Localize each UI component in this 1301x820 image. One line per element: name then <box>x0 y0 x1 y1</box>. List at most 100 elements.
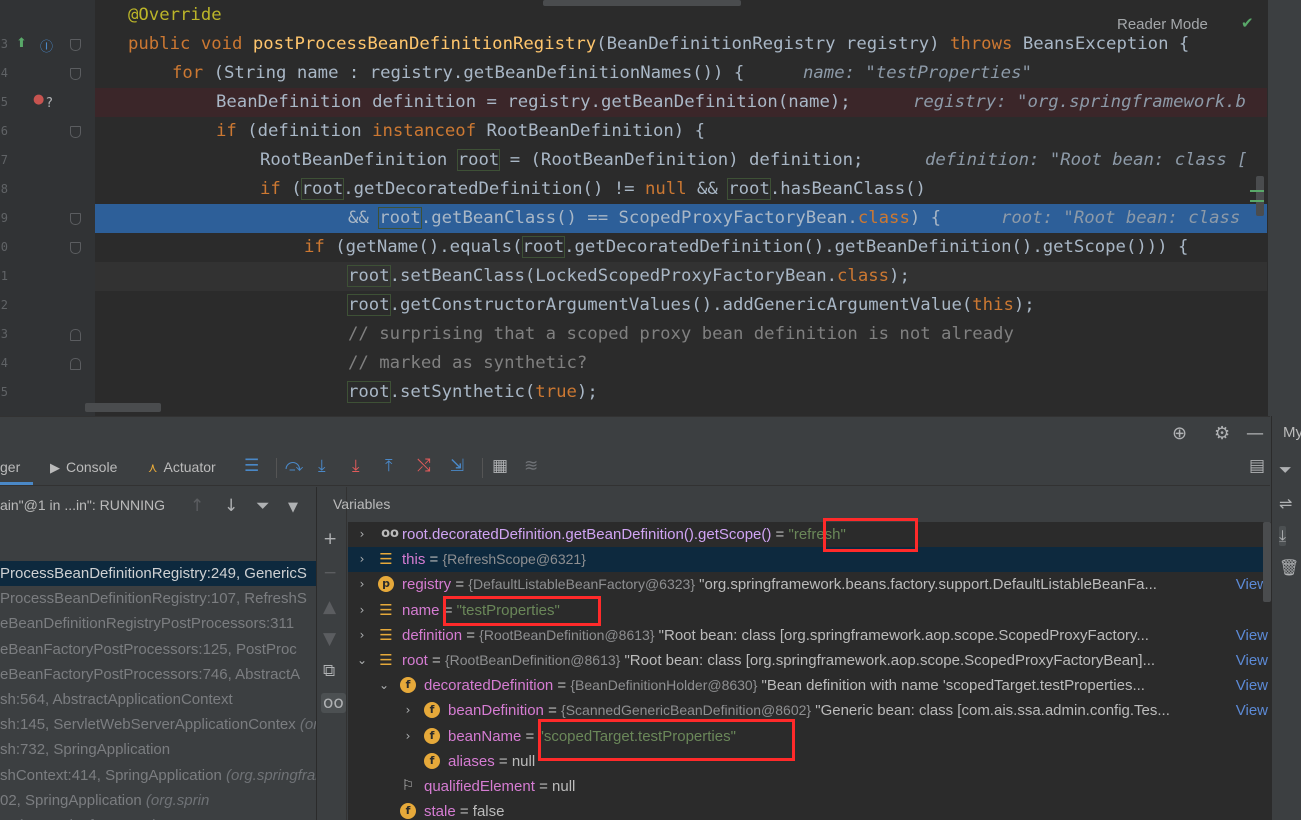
variables-tree[interactable]: › oo root.decoratedDefinition.getBeanDefin… <box>348 522 1274 820</box>
code-line[interactable]: BeanDefinition definition = registry.get… <box>95 88 1267 117</box>
line-number[interactable]: 0 <box>0 240 8 254</box>
chevron-right-icon[interactable]: › <box>356 547 368 572</box>
crosshair-icon[interactable]: ⊕ <box>1172 423 1187 444</box>
minimize-icon[interactable]: — <box>1246 423 1264 444</box>
stack-frame[interactable]: eBeanFactoryPostProcessors:746, Abstract… <box>0 662 316 687</box>
breakpoint-icon[interactable]: ● <box>33 92 44 107</box>
code-line[interactable]: if (root.getDecoratedDefinition() != nul… <box>95 175 1267 204</box>
variable-row[interactable]: › f beanDefinition = {ScannedGenericBeanDe… <box>348 698 1274 724</box>
fold-marker-icon[interactable] <box>70 126 81 138</box>
line-number[interactable]: 1 <box>0 269 8 283</box>
view-link[interactable]: View <box>1233 698 1268 724</box>
vertical-scrollbar[interactable] <box>1256 176 1264 216</box>
stack-frame[interactable]: ProcessBeanDefinitionRegistry:249, Gener… <box>0 561 316 586</box>
line-number[interactable]: 6 <box>0 124 8 138</box>
chevron-right-icon[interactable]: › <box>356 598 368 623</box>
drop-frame-icon[interactable]: ⤭ <box>417 456 431 476</box>
code-line[interactable]: root.setBeanClass(LockedScopedProxyFacto… <box>95 262 1267 291</box>
code-line[interactable]: public void postProcessBeanDefinitionReg… <box>95 30 1267 59</box>
code-line[interactable]: root.setSynthetic(true); <box>95 378 1267 407</box>
stack-frame[interactable]: sh:145, ServletWebServerApplicationConte… <box>0 712 316 737</box>
fold-marker-icon[interactable] <box>70 329 81 341</box>
tab-debugger[interactable]: ger <box>0 459 20 475</box>
code-line[interactable]: // surprising that a scoped proxy bean d… <box>95 320 1267 349</box>
line-number[interactable]: 5 <box>0 95 8 109</box>
line-number[interactable]: 3 <box>0 37 8 51</box>
wrap-icon[interactable]: ⇌ <box>1279 494 1292 513</box>
variable-row[interactable]: › f beanName = "scopedTarget.testPropertie… <box>348 724 1274 749</box>
move-down-icon[interactable]: ▼ <box>323 629 336 649</box>
code-line[interactable]: && root.getBeanClass() == ScopedProxyFac… <box>95 204 1267 233</box>
view-link[interactable]: View <box>1233 622 1268 648</box>
variable-row[interactable]: › p registry = {DefaultListableBeanFactory… <box>348 572 1274 598</box>
inspection-ok-icon[interactable]: ✔ <box>1241 14 1254 32</box>
implementation-up-icon[interactable]: ⬆ <box>16 36 27 51</box>
line-number[interactable]: 4 <box>0 66 8 80</box>
stack-frame[interactable]: eBeanFactoryPostProcessors:125, PostProc <box>0 637 316 662</box>
step-over-icon[interactable]: ⤼ <box>285 456 303 476</box>
stack-frame[interactable]: ProcessBeanDefinitionRegistry:107, Refre… <box>0 586 316 611</box>
layout-icon[interactable]: ▤ <box>1249 456 1265 476</box>
horizontal-scrollbar[interactable] <box>85 403 161 412</box>
run-to-cursor-icon[interactable]: ⇲ <box>450 456 464 476</box>
scroll-to-end-icon[interactable]: ⤓ <box>1279 526 1287 546</box>
variable-row[interactable]: › oo root.decoratedDefinition.getBeanDefin… <box>348 522 1274 547</box>
step-out-icon[interactable]: ⤒ <box>385 456 393 476</box>
copy-icon[interactable]: ⧉ <box>323 661 335 681</box>
code-line[interactable]: // marked as synthetic? <box>95 349 1267 378</box>
stack-frame[interactable]: shContext:414, SpringApplication (org.sp… <box>0 763 316 788</box>
add-watch-icon[interactable]: + <box>323 529 337 549</box>
chevron-right-icon[interactable]: › <box>356 623 368 648</box>
editor-gutter[interactable]: 3 4 5 6 7 8 9 0 1 2 3 4 5 ⬆ Ⓘ ●? <box>0 0 95 416</box>
chevron-right-icon[interactable]: › <box>356 522 368 547</box>
stack-frame[interactable]: sh:564, AbstractApplicationContext <box>0 687 316 712</box>
thread-selector[interactable]: ain"@1 in ...in": RUNNING <box>0 497 165 523</box>
code-line[interactable]: if (definition instanceof RootBeanDefini… <box>95 117 1267 146</box>
code-line[interactable]: if (getName().equals(root.getDecoratedDe… <box>95 233 1267 262</box>
variable-row[interactable]: f aliases = null <box>348 749 1274 774</box>
line-number[interactable]: 2 <box>0 298 8 312</box>
code-line[interactable]: for (String name : registry.getBeanDefin… <box>95 59 1267 88</box>
arrow-down-icon[interactable]: ↓ <box>224 496 238 516</box>
stack-frame[interactable]: sh:732, SpringApplication <box>0 737 316 762</box>
line-number[interactable]: 8 <box>0 182 8 196</box>
code-editor[interactable]: 3 4 5 6 7 8 9 0 1 2 3 4 5 ⬆ Ⓘ ●? @Override public void p… <box>0 0 1301 416</box>
line-number[interactable]: 5 <box>0 385 8 399</box>
code-line[interactable]: @Override <box>95 1 1267 30</box>
breakpoint-question-icon[interactable]: ? <box>46 96 53 111</box>
line-number[interactable]: 9 <box>0 211 8 225</box>
stack-frame[interactable]: 02, SpringApplication (org.sprin <box>0 788 316 813</box>
chevron-right-icon[interactable]: › <box>402 698 414 723</box>
chevron-right-icon[interactable]: › <box>356 572 368 597</box>
chevron-right-icon[interactable]: › <box>402 724 414 749</box>
variable-row[interactable]: ⌄ f decoratedDefinition = {BeanDefinitionH… <box>348 673 1274 699</box>
view-link[interactable]: View <box>1233 648 1268 673</box>
variables-scrollbar[interactable] <box>1263 522 1271 602</box>
variable-row[interactable]: › ☰ definition = {RootBeanDefinition@8613}… <box>348 622 1274 648</box>
code-line[interactable]: RootBeanDefinition root = (RootBeanDefin… <box>95 146 1267 175</box>
tab-console[interactable]: ▶ Console <box>50 459 117 476</box>
fold-marker-icon[interactable] <box>70 358 81 370</box>
trash-icon[interactable]: 🗑 <box>1279 558 1299 577</box>
maven-panel-label[interactable]: My <box>1283 424 1301 441</box>
view-link[interactable]: View <box>1233 673 1268 699</box>
variable-row[interactable]: ⌄ ☰ root = {RootBeanDefinition@8613} "Root… <box>348 648 1274 673</box>
trace-stream-icon[interactable]: ≋ <box>524 456 538 476</box>
line-number[interactable]: 3 <box>0 327 8 341</box>
arrow-up-icon[interactable]: ↑ <box>190 496 204 516</box>
chevron-down-icon[interactable]: ⌄ <box>356 648 368 673</box>
fold-marker-icon[interactable] <box>70 242 81 254</box>
code-line[interactable]: root.getConstructorArgumentValues().addG… <box>95 291 1267 320</box>
fold-marker-icon[interactable] <box>70 39 81 51</box>
variable-row[interactable]: › ☰ this = {RefreshScope@6321} <box>348 547 1274 573</box>
remove-watch-icon[interactable]: − <box>323 563 337 583</box>
frames-list-icon[interactable]: ☰ <box>244 456 259 476</box>
watches-toggle-icon[interactable]: oo <box>321 693 346 713</box>
filter-icon[interactable]: ⏷ <box>256 496 270 516</box>
force-step-into-icon[interactable]: ⤓ <box>352 456 360 476</box>
chevron-down-icon[interactable]: ⌄ <box>378 673 390 698</box>
implements-icon[interactable]: Ⓘ <box>40 36 53 55</box>
step-into-icon[interactable]: ⤓ <box>318 456 326 476</box>
tab-actuator[interactable]: ⋏ Actuator <box>148 459 216 476</box>
variable-row[interactable]: ⚐ qualifiedElement = null <box>348 774 1274 799</box>
